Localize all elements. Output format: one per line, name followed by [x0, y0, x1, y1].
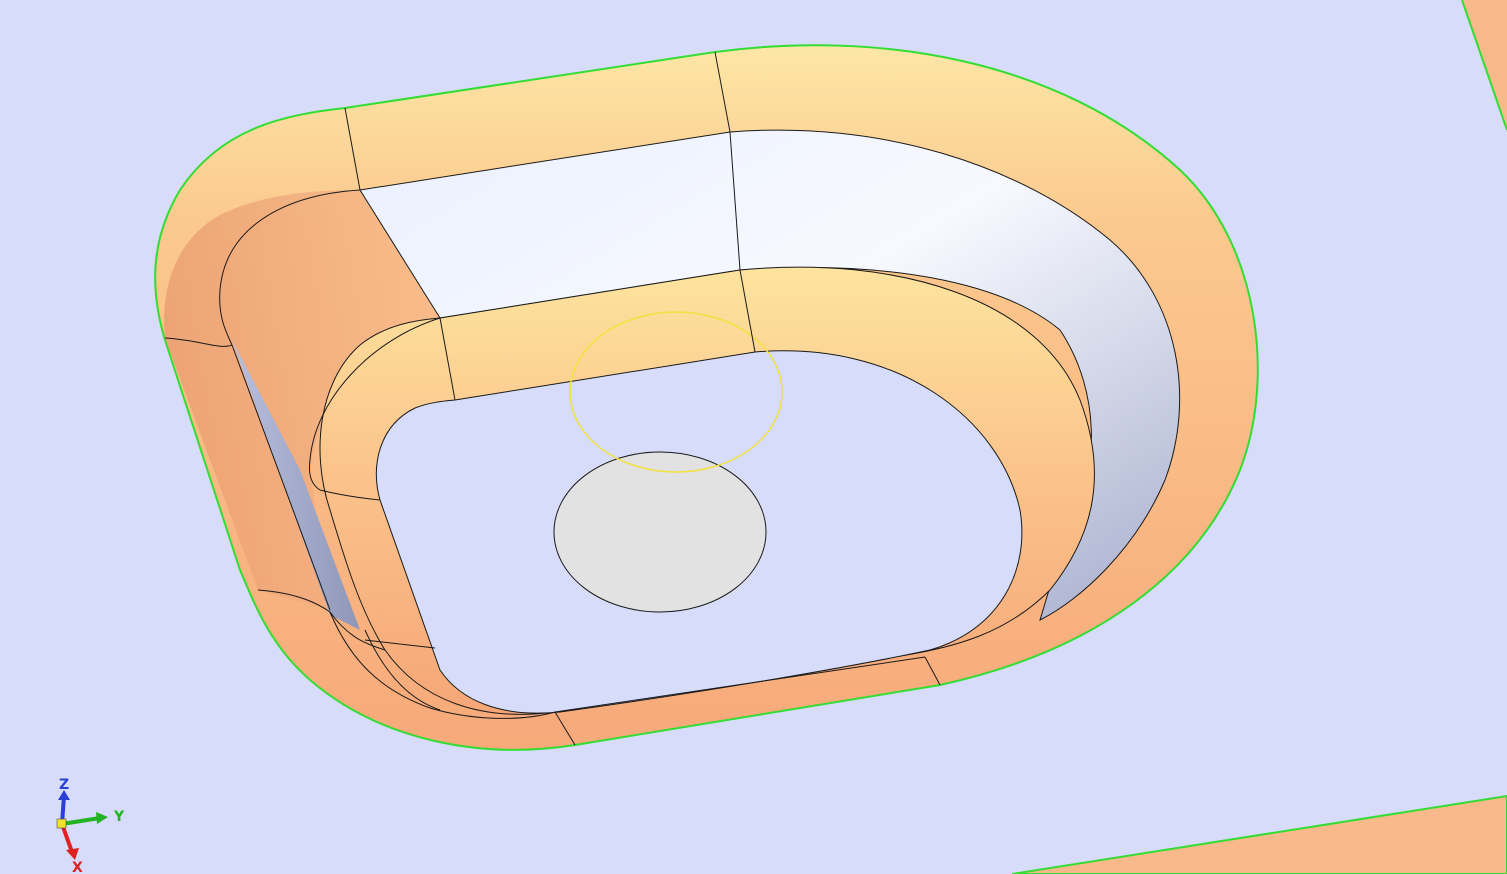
floor-hole[interactable] [553, 451, 767, 613]
triad-y-label: Y [113, 809, 125, 825]
triad-z-label: Z [59, 777, 69, 793]
model-canvas[interactable]: Z Y X [0, 0, 1507, 874]
3d-viewport[interactable]: Z Y X [0, 0, 1507, 874]
triad-x-label: X [72, 860, 83, 874]
